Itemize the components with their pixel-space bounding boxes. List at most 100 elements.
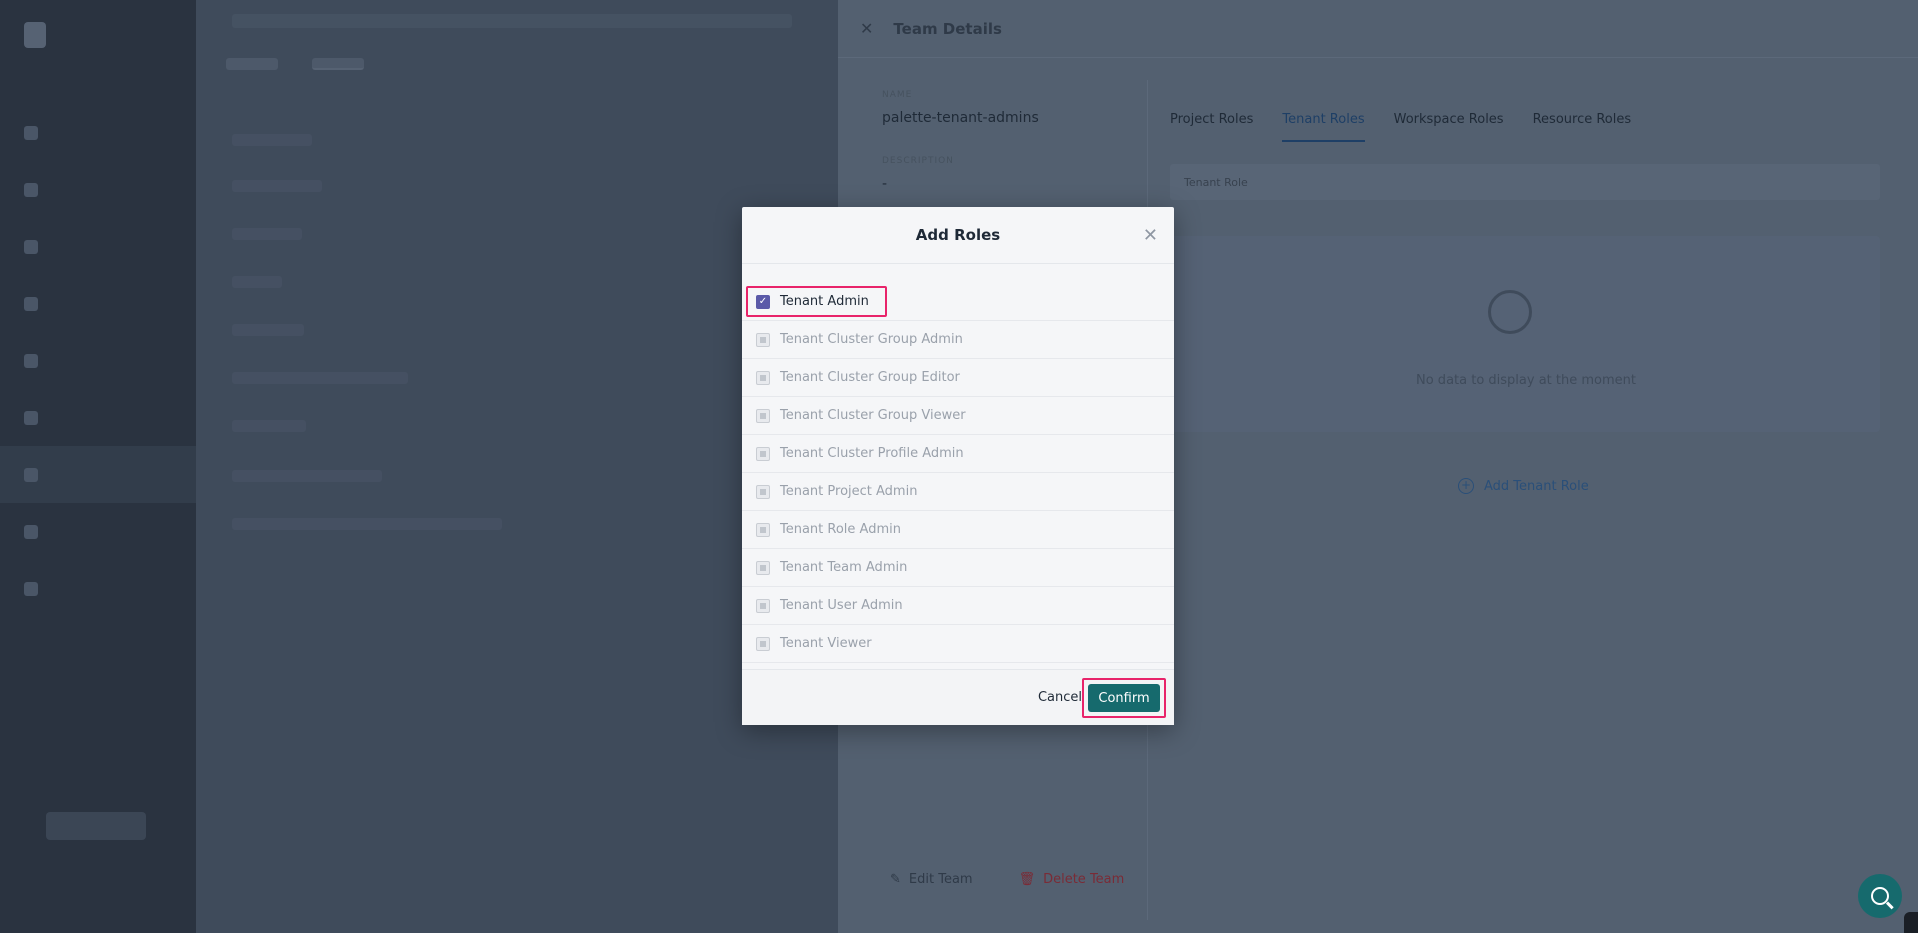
sidebar-item xyxy=(0,104,196,161)
breadcrumb xyxy=(232,14,792,28)
checkbox-indeterminate-icon xyxy=(760,450,766,457)
palette-logo-icon xyxy=(24,22,46,48)
checkbox-indeterminate-icon xyxy=(760,336,766,343)
tab-project-roles[interactable]: Project Roles xyxy=(1170,112,1253,142)
role-option[interactable]: Tenant Role Admin xyxy=(742,511,1174,549)
help-search-button[interactable] xyxy=(1858,874,1902,918)
role-label: Tenant Admin xyxy=(780,294,869,309)
highlight-frame: Confirm xyxy=(1082,678,1166,718)
delete-team-button[interactable]: 🗑 Delete Team xyxy=(1019,872,1125,887)
sidebar xyxy=(0,0,196,933)
edit-team-button[interactable]: ✎ Edit Team xyxy=(890,872,973,887)
nav-icon xyxy=(24,581,38,596)
checkbox-indeterminate-icon xyxy=(760,640,766,647)
role-option[interactable]: Tenant Project Admin xyxy=(742,473,1174,511)
checkbox-indeterminate-icon xyxy=(760,526,766,533)
content-row xyxy=(232,518,502,530)
checkbox[interactable] xyxy=(756,484,770,499)
close-icon[interactable]: ✕ xyxy=(860,19,873,38)
search-icon xyxy=(1871,887,1889,905)
nav-icon xyxy=(24,125,38,140)
modal-header: Add Roles ✕ xyxy=(742,207,1174,264)
sidebar-item xyxy=(0,161,196,218)
nav-icon xyxy=(24,353,38,368)
checkbox-checked[interactable]: ✓ xyxy=(756,294,770,309)
close-icon[interactable]: ✕ xyxy=(1143,225,1158,246)
content-row xyxy=(232,372,408,384)
add-tenant-role-label: Add Tenant Role xyxy=(1484,478,1589,494)
drawer-title: Team Details xyxy=(893,19,1002,38)
role-label: Tenant User Admin xyxy=(780,598,903,613)
tab-workspace-roles[interactable]: Workspace Roles xyxy=(1394,112,1504,142)
checkbox[interactable] xyxy=(756,332,770,347)
checkbox-indeterminate-icon xyxy=(760,564,766,571)
role-option[interactable]: Tenant Cluster Profile Admin xyxy=(742,435,1174,473)
role-label: Tenant Cluster Group Editor xyxy=(780,370,960,385)
checkbox-indeterminate-icon xyxy=(760,488,766,495)
checkbox[interactable] xyxy=(756,560,770,575)
role-option[interactable]: Tenant Viewer xyxy=(742,625,1174,663)
role-option-tenant-admin[interactable]: ✓ Tenant Admin xyxy=(742,283,1174,321)
nav-icon xyxy=(24,239,38,254)
delete-team-label: Delete Team xyxy=(1043,872,1125,887)
content-row xyxy=(232,276,282,288)
confirm-button[interactable]: Confirm xyxy=(1088,684,1160,712)
check-icon: ✓ xyxy=(758,295,768,307)
sidebar-item-active xyxy=(0,446,196,503)
content-tab xyxy=(226,58,278,70)
role-option[interactable]: Tenant User Admin xyxy=(742,587,1174,625)
checkbox[interactable] xyxy=(756,408,770,423)
nav-icon xyxy=(24,467,38,482)
role-tabs: Project Roles Tenant Roles Workspace Rol… xyxy=(1170,112,1631,142)
checkbox[interactable] xyxy=(756,636,770,651)
sidebar-item xyxy=(0,332,196,389)
role-label: Tenant Cluster Group Viewer xyxy=(780,408,966,423)
sidebar-item xyxy=(0,218,196,275)
trash-icon: 🗑 xyxy=(1018,872,1036,887)
role-option[interactable]: Tenant Cluster Group Admin xyxy=(742,321,1174,359)
checkbox[interactable] xyxy=(756,446,770,461)
sidebar-item xyxy=(0,560,196,617)
content-row xyxy=(232,420,306,432)
highlight-frame: ✓ Tenant Admin xyxy=(746,286,887,317)
table-header-tenant-role: Tenant Role xyxy=(1184,175,1248,189)
nav-icon xyxy=(24,296,38,311)
sidebar-nav xyxy=(0,104,196,617)
tab-resource-roles[interactable]: Resource Roles xyxy=(1533,112,1632,142)
role-label: Tenant Viewer xyxy=(780,636,872,651)
sidebar-item xyxy=(0,503,196,560)
plus-circle-icon: + xyxy=(1458,478,1474,494)
modal-footer: Cancel Confirm xyxy=(742,669,1174,725)
team-description-caption: DESCRIPTION xyxy=(882,156,954,166)
role-option[interactable]: Tenant Cluster Group Editor xyxy=(742,359,1174,397)
modal-title: Add Roles xyxy=(915,226,1001,244)
empty-state-box xyxy=(1170,236,1880,432)
tab-tenant-roles[interactable]: Tenant Roles xyxy=(1282,112,1365,142)
role-label: Tenant Cluster Group Admin xyxy=(780,332,963,347)
cancel-button[interactable]: Cancel xyxy=(1038,690,1082,705)
nav-icon xyxy=(24,182,38,197)
role-option[interactable]: Tenant Cluster Group Viewer xyxy=(742,397,1174,435)
content-tabs xyxy=(226,58,364,70)
checkbox-indeterminate-icon xyxy=(760,412,766,419)
checkbox[interactable] xyxy=(756,598,770,613)
nav-icon xyxy=(24,410,38,425)
window-corner xyxy=(1904,912,1918,933)
magnifier-icon xyxy=(1488,290,1532,334)
checkbox[interactable] xyxy=(756,522,770,537)
role-label: Tenant Project Admin xyxy=(780,484,918,499)
role-list: ✓ Tenant Admin Tenant Cluster Group Admi… xyxy=(742,283,1174,663)
add-tenant-role-button[interactable]: + Add Tenant Role xyxy=(1458,478,1589,494)
drawer-actions: ✎ Edit Team 🗑 Delete Team xyxy=(890,872,1124,887)
nav-icon xyxy=(24,524,38,539)
drawer-header: ✕ Team Details xyxy=(838,0,1918,58)
checkbox-indeterminate-icon xyxy=(760,602,766,609)
sidebar-item xyxy=(0,389,196,446)
content-row xyxy=(232,470,382,482)
add-roles-modal: Add Roles ✕ ✓ Tenant Admin Tenant Cluste… xyxy=(742,207,1174,725)
team-description-value: - xyxy=(882,176,888,192)
role-option[interactable]: Tenant Team Admin xyxy=(742,549,1174,587)
sidebar-footer xyxy=(16,800,180,840)
checkbox[interactable] xyxy=(756,370,770,385)
role-label: Tenant Team Admin xyxy=(780,560,908,575)
